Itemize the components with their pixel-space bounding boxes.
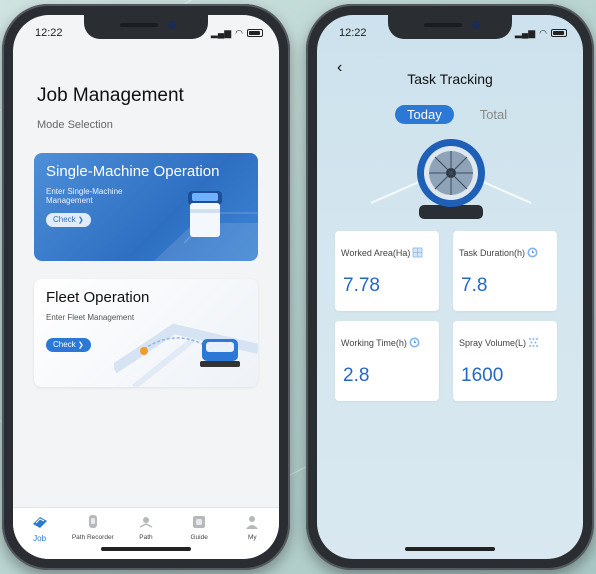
phone-left: 12:22 ▂▄▆ ◠ Job Management Mode Selectio… xyxy=(2,4,290,570)
task-tracking-screen: 12:22 ▂▄▆ ◠ ‹ Task Tracking Today Total xyxy=(317,15,583,559)
single-card-description: Enter Single-Machine Management xyxy=(46,187,123,205)
tab-label: Path xyxy=(139,534,153,541)
single-card-title: Single-Machine Operation xyxy=(46,163,220,180)
arrow-circle-icon: ❯ xyxy=(77,217,84,224)
page-title: Job Management xyxy=(37,85,184,106)
toggle-today[interactable]: Today xyxy=(395,105,454,124)
single-check-label: Check xyxy=(53,215,76,224)
guide-icon xyxy=(191,514,207,530)
stat-card-worked-area: Worked Area(Ha) 7.78 xyxy=(335,231,439,311)
stat-label: Worked Area(Ha) xyxy=(341,247,411,258)
signal-icon: ▂▄▆ xyxy=(210,27,232,38)
clock-icon xyxy=(409,337,420,348)
home-indicator xyxy=(101,547,191,551)
path-recorder-icon xyxy=(85,514,101,530)
stat-label: Working Time(h) xyxy=(341,337,407,348)
toggle-total[interactable]: Total xyxy=(468,105,519,124)
user-icon xyxy=(244,514,260,530)
tab-label: Job xyxy=(33,534,47,543)
spray-machine-image xyxy=(188,191,222,237)
sprayer-machine-image xyxy=(371,139,531,219)
tab-job[interactable]: Job xyxy=(15,514,65,559)
tab-label: Guide xyxy=(190,534,208,541)
clock-icon xyxy=(527,247,538,258)
battery-icon xyxy=(247,29,263,37)
status-time: 12:22 xyxy=(35,27,63,39)
phone-right: 12:22 ▂▄▆ ◠ ‹ Task Tracking Today Total xyxy=(306,4,594,570)
single-machine-card[interactable]: Single-Machine Operation Enter Single-Ma… xyxy=(34,153,258,261)
home-indicator xyxy=(405,547,495,551)
path-icon xyxy=(138,514,154,530)
spray-icon xyxy=(528,337,539,348)
wifi-icon: ◠ xyxy=(235,27,243,38)
battery-icon xyxy=(551,29,567,37)
signal-icon: ▂▄▆ xyxy=(514,27,536,38)
single-check-button[interactable]: Check ❯ xyxy=(46,213,91,227)
arrow-circle-icon: ❯ xyxy=(77,342,84,349)
stat-value: 7.8 xyxy=(461,275,488,296)
status-bar: 12:22 ▂▄▆ ◠ xyxy=(13,25,279,41)
tab-label: Path Recorder xyxy=(71,534,114,541)
stat-label: Task Duration(h) xyxy=(459,247,526,258)
status-time: 12:22 xyxy=(339,27,367,39)
fleet-card-title: Fleet Operation xyxy=(46,289,150,306)
stat-label: Spray Volume(L) xyxy=(459,337,527,348)
status-bar: 12:22 ▂▄▆ ◠ xyxy=(317,25,583,41)
stat-card-task-duration: Task Duration(h) 7.8 xyxy=(453,231,557,311)
fleet-operation-card[interactable]: Fleet Operation Enter Fleet Management C… xyxy=(34,279,258,387)
area-grid-icon xyxy=(412,247,423,258)
stat-card-working-time: Working Time(h) 2.8 xyxy=(335,321,439,401)
tab-guide[interactable]: Guide xyxy=(174,514,224,559)
bottom-tab-bar: Job Path Recorder Path Guide My xyxy=(13,507,279,559)
tab-path[interactable]: Path xyxy=(121,514,171,559)
tab-my[interactable]: My xyxy=(227,514,277,559)
stat-value: 2.8 xyxy=(343,365,370,386)
tab-label: My xyxy=(248,534,257,541)
tab-path-recorder[interactable]: Path Recorder xyxy=(68,514,118,559)
fleet-check-label: Check xyxy=(53,340,76,349)
stat-value: 7.78 xyxy=(343,275,380,296)
period-toggle: Today Total xyxy=(395,105,519,124)
job-icon xyxy=(32,514,48,530)
page-subtitle: Mode Selection xyxy=(37,119,113,131)
stat-value: 1600 xyxy=(461,365,504,386)
page-title: Task Tracking xyxy=(407,71,493,87)
fleet-card-description: Enter Fleet Management xyxy=(46,313,135,322)
wifi-icon: ◠ xyxy=(539,27,547,38)
job-management-screen: 12:22 ▂▄▆ ◠ Job Management Mode Selectio… xyxy=(13,15,279,559)
fleet-check-button[interactable]: Check ❯ xyxy=(46,338,91,352)
stat-card-spray-volume: Spray Volume(L) 1600 xyxy=(453,321,557,401)
